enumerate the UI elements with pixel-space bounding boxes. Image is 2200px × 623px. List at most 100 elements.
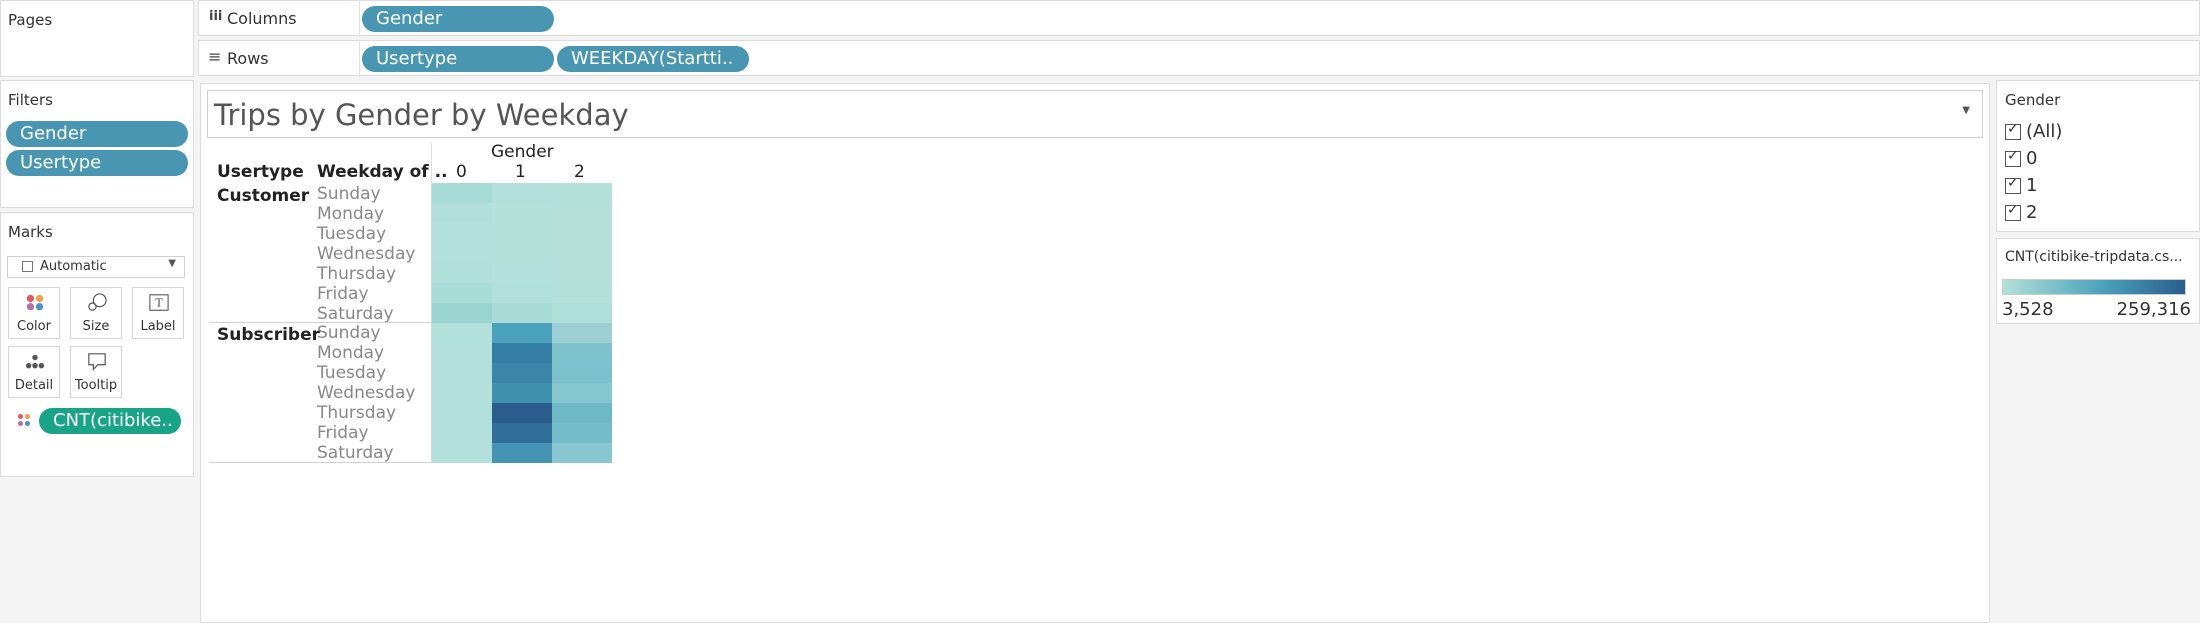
color-button[interactable]: Color [8, 287, 60, 339]
shelf-divider [359, 1, 360, 37]
heatmap-cell[interactable] [552, 383, 612, 403]
view-title-bar[interactable]: Trips by Gender by Weekday ▼ [207, 90, 1983, 138]
tooltip-icon [88, 353, 106, 371]
heatmap-cell[interactable] [432, 363, 492, 383]
size-label: Size [82, 319, 110, 334]
heatmap-cell[interactable] [432, 303, 492, 323]
gender-value-header: 1 [515, 162, 526, 182]
tooltip-button[interactable]: Tooltip [70, 346, 122, 398]
heatmap-cell[interactable] [432, 383, 492, 403]
tooltip-label: Tooltip [74, 378, 118, 393]
columns-pill-gender[interactable]: Gender [362, 6, 554, 32]
heatmap-cell[interactable] [492, 203, 552, 223]
filter-pill-gender[interactable]: Gender [6, 121, 188, 147]
heatmap-cell[interactable] [432, 343, 492, 363]
heatmap-cell[interactable] [492, 383, 552, 403]
filters-title: Filters [8, 91, 53, 109]
mark-type-icon [22, 261, 33, 272]
heatmap-cell[interactable] [492, 183, 552, 203]
heatmap-cell[interactable] [552, 243, 612, 263]
heatmap-cell[interactable] [552, 283, 612, 303]
rows-pill-weekday[interactable]: WEEKDAY(Startti.. [557, 46, 749, 72]
filters-shelf[interactable]: Filters Gender Usertype [0, 80, 194, 208]
size-button[interactable]: Size [70, 287, 122, 339]
color-encoding-icon [18, 414, 30, 426]
heatmap-cell[interactable] [492, 423, 552, 443]
heatmap-cell[interactable] [492, 283, 552, 303]
usertype-header[interactable]: Usertype [217, 162, 304, 182]
heatmap-cell[interactable] [492, 343, 552, 363]
heatmap-cell[interactable] [432, 223, 492, 243]
checkbox-0[interactable] [2005, 148, 2021, 167]
view-canvas[interactable]: Trips by Gender by Weekday ▼ Gender User… [200, 83, 1990, 623]
heatmap[interactable] [432, 183, 612, 463]
heatmap-cell[interactable] [552, 203, 612, 223]
day-label: Tuesday [317, 224, 387, 244]
checkbox-0-label[interactable]: 0 [2026, 148, 2037, 169]
heatmap-cell[interactable] [432, 403, 492, 423]
heatmap-cell[interactable] [492, 403, 552, 423]
left-empty-area [0, 481, 194, 612]
heatmap-cell[interactable] [492, 303, 552, 323]
heatmap-cell[interactable] [552, 443, 612, 463]
label-button[interactable]: T Label [132, 287, 184, 339]
heatmap-cell[interactable] [552, 363, 612, 383]
weekday-header[interactable]: Weekday of .. [317, 162, 448, 182]
heatmap-cell[interactable] [552, 323, 612, 343]
heatmap-cell[interactable] [492, 363, 552, 383]
heatmap-cell[interactable] [552, 183, 612, 203]
rows-label: Rows [227, 49, 269, 68]
rows-pill-usertype[interactable]: Usertype [362, 46, 554, 72]
heatmap-cell[interactable] [432, 183, 492, 203]
checkbox-all-label[interactable]: (All) [2026, 121, 2062, 142]
heatmap-cell[interactable] [552, 303, 612, 323]
heatmap-cell[interactable] [552, 423, 612, 443]
legend-title: CNT(citibike-tripdata.cs... [2005, 249, 2183, 265]
day-label: Monday [317, 204, 385, 224]
title-menu-icon[interactable]: ▼ [1962, 105, 1970, 116]
mark-type-label: Automatic [40, 259, 107, 274]
heatmap-cell[interactable] [492, 263, 552, 283]
checkbox-2-label[interactable]: 2 [2026, 202, 2037, 223]
heatmap-cell[interactable] [552, 263, 612, 283]
heatmap-cell[interactable] [432, 243, 492, 263]
heatmap-cell[interactable] [552, 343, 612, 363]
pages-shelf[interactable]: Pages [0, 0, 194, 77]
day-label: Sunday [317, 184, 381, 204]
heatmap-cell[interactable] [552, 223, 612, 243]
day-label: Saturday [317, 304, 394, 324]
columns-shelf[interactable]: iii Columns Gender [198, 0, 2200, 37]
heatmap-cell[interactable] [492, 243, 552, 263]
heatmap-cell[interactable] [432, 423, 492, 443]
filter-pill-usertype[interactable]: Usertype [6, 150, 188, 176]
color-pill-count[interactable]: CNT(citibike.. [39, 408, 181, 434]
heatmap-cell[interactable] [432, 283, 492, 303]
gender-value-header: 0 [456, 162, 467, 182]
day-label: Monday [317, 343, 385, 363]
group-label-customer[interactable]: Customer [217, 186, 309, 206]
rows-shelf[interactable]: ≡ Rows Usertype WEEKDAY(Startti.. [198, 40, 2200, 77]
heatmap-cell[interactable] [492, 323, 552, 343]
detail-button[interactable]: Detail [8, 346, 60, 398]
checkbox-1-label[interactable]: 1 [2026, 175, 2037, 196]
heatmap-cell[interactable] [432, 323, 492, 343]
checkbox-1[interactable] [2005, 175, 2021, 194]
day-label: Wednesday [317, 244, 416, 264]
rows-icon: ≡ [208, 47, 222, 66]
shelf-divider [359, 41, 360, 77]
checkbox-all[interactable] [2005, 121, 2021, 140]
checkbox-2[interactable] [2005, 202, 2021, 221]
heatmap-cell[interactable] [432, 203, 492, 223]
heatmap-cell[interactable] [492, 223, 552, 243]
heatmap-cell[interactable] [492, 443, 552, 463]
heatmap-cell[interactable] [432, 263, 492, 283]
color-legend-card[interactable]: CNT(citibike-tripdata.cs... 3,528 259,31… [1996, 238, 2200, 324]
group-label-subscriber[interactable]: Subscriber [217, 325, 320, 345]
heatmap-cell[interactable] [432, 443, 492, 463]
mark-type-dropdown[interactable]: Automatic ▼ [7, 256, 185, 278]
gender-value-header: 2 [574, 162, 585, 182]
marks-title: Marks [8, 223, 53, 241]
view-title: Trips by Gender by Weekday [214, 98, 629, 132]
heatmap-cell[interactable] [552, 403, 612, 423]
detail-label: Detail [14, 378, 54, 393]
